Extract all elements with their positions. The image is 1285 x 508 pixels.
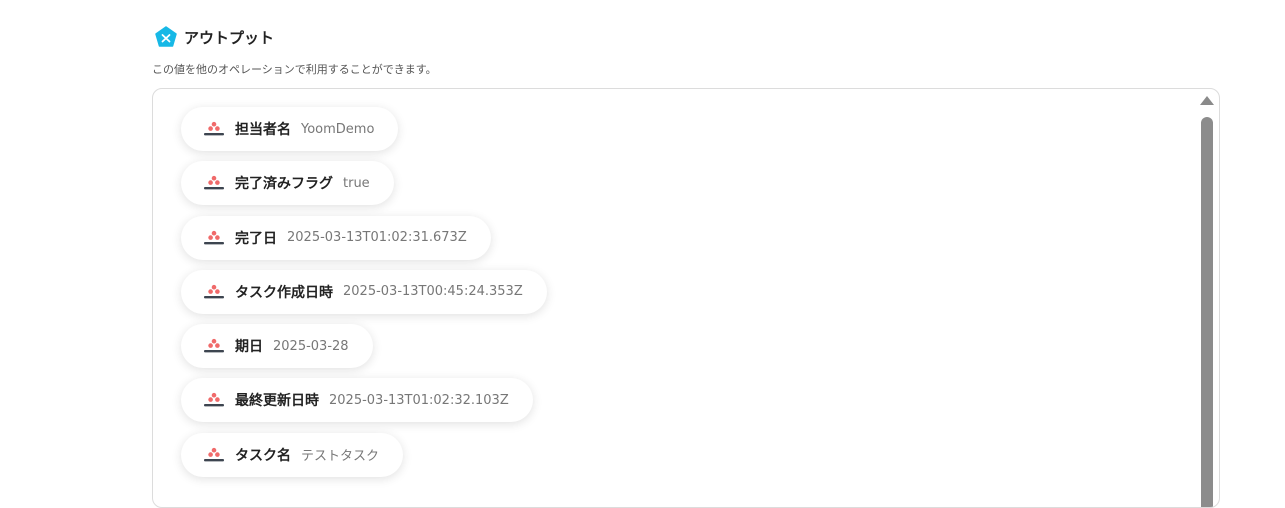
output-field-chip[interactable]: タスク名 テストタスク — [181, 432, 404, 477]
list-item: タスク作成日時 2025-03-13T00:45:24.353Z — [181, 269, 547, 324]
field-name: 最終更新日時 — [235, 393, 319, 410]
field-value: 2025-03-28 — [273, 338, 349, 354]
output-header: アウトプット — [155, 26, 274, 48]
asana-icon — [204, 284, 224, 299]
output-field-chip[interactable]: 最終更新日時 2025-03-13T01:02:32.103Z — [181, 378, 533, 423]
section-title: アウトプット — [184, 28, 275, 47]
asana-icon — [204, 121, 224, 136]
field-value: 2025-03-13T01:02:32.103Z — [329, 392, 509, 408]
field-name: タスク名 — [235, 447, 291, 464]
scrollbar-thumb[interactable] — [1201, 117, 1213, 507]
output-field-chip[interactable]: 期日 2025-03-28 — [181, 324, 373, 369]
yoom-pentagon-icon — [155, 26, 177, 47]
output-field-chip[interactable]: 完了済みフラグ true — [181, 161, 394, 206]
asana-icon — [204, 393, 224, 407]
field-name: 担当者名 — [235, 122, 291, 138]
field-name: 期日 — [235, 339, 263, 356]
field-name: 完了日 — [235, 230, 277, 247]
output-field-chip[interactable]: 担当者名 YoomDemo — [181, 107, 399, 151]
output-field-chip[interactable]: タスク作成日時 2025-03-13T00:45:24.353Z — [181, 269, 547, 314]
field-value: 2025-03-13T00:45:24.353Z — [343, 284, 523, 300]
field-name: タスク作成日時 — [235, 284, 333, 301]
field-name: 完了済みフラグ — [235, 176, 333, 193]
list-item: 完了済みフラグ true — [181, 161, 547, 215]
asana-icon — [204, 176, 224, 190]
list-item: 最終更新日時 2025-03-13T01:02:32.103Z — [181, 378, 547, 432]
output-field-chip[interactable]: 完了日 2025-03-13T01:02:31.673Z — [181, 215, 491, 260]
asana-icon — [204, 339, 224, 353]
field-value: YoomDemo — [301, 121, 375, 137]
list-item: 担当者名 YoomDemo — [181, 107, 547, 161]
list-item: タスク名 テストタスク — [181, 432, 547, 487]
asana-icon — [204, 447, 224, 462]
field-value: 2025-03-13T01:02:31.673Z — [287, 230, 467, 246]
field-value: true — [343, 175, 370, 191]
list-item: 完了日 2025-03-13T01:02:31.673Z — [181, 215, 547, 270]
asana-icon — [204, 230, 224, 244]
section-description: この値を他のオペレーションで利用することができます。 — [152, 63, 437, 76]
scroll-up-arrow-icon[interactable] — [1200, 96, 1214, 105]
output-field-panel: 担当者名 YoomDemo 完了済みフラグ true 完了日 2025-03-1… — [152, 88, 1220, 508]
field-value: テストタスク — [301, 449, 380, 465]
output-field-list: 担当者名 YoomDemo 完了済みフラグ true 完了日 2025-03-1… — [181, 107, 547, 487]
list-item: 期日 2025-03-28 — [181, 324, 547, 378]
